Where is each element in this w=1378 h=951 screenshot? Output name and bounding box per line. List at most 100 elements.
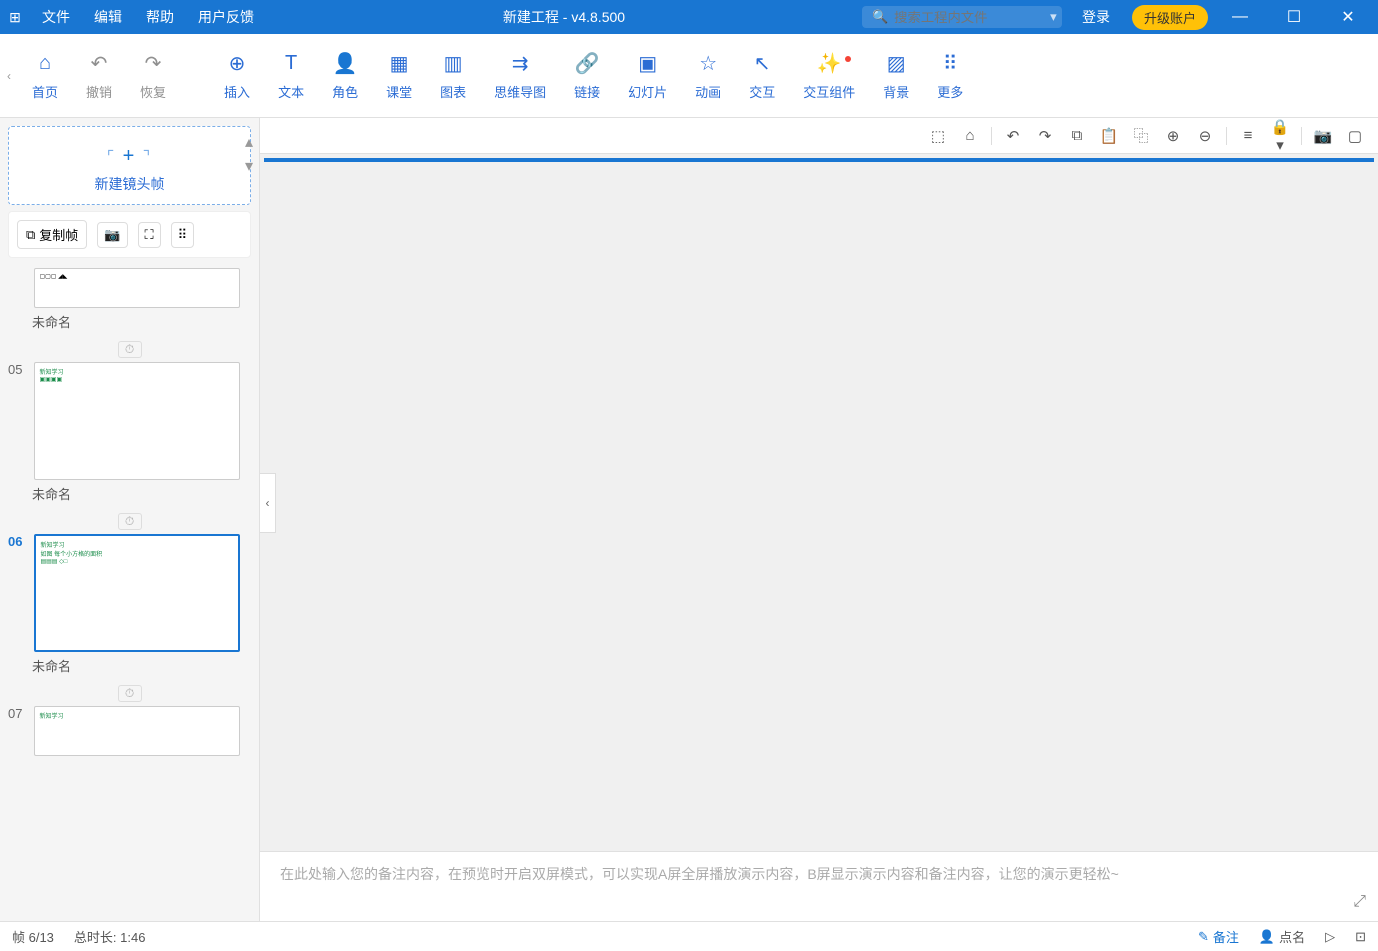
scan-button[interactable]: ⛶ <box>138 222 161 248</box>
tool-label: 更多 <box>937 82 963 101</box>
tool-role[interactable]: 👤角色 <box>318 50 372 101</box>
tool-text[interactable]: T文本 <box>264 50 318 101</box>
sidebar-up-icon[interactable]: ▴ <box>245 132 253 152</box>
thumb-image[interactable]: ▢▢▢ ◢◣ <box>34 268 240 308</box>
new-frame-label: 新建镜头帧 <box>9 174 250 194</box>
canvas-tool-zoomout-icon[interactable]: ⊖ <box>1194 127 1216 145</box>
main-toolbar: ‹ ⌂首页 ↶撤销 ↷恢复 ⊕插入 T文本 👤角色 ▦课堂 ▥图表 ⇉思维导图 … <box>0 34 1378 118</box>
home-icon: ⌂ <box>32 50 58 76</box>
thumb-group: ▢▢▢ ◢◣ 未命名 <box>8 268 251 331</box>
new-frame-button[interactable]: ⌜ + ⌝ 新建镜头帧 <box>8 126 251 205</box>
tool-undo[interactable]: ↶撤销 <box>72 50 126 101</box>
star-icon: ☆ <box>695 50 721 76</box>
copy-frame-label: 复制帧 <box>39 225 78 244</box>
tool-anim[interactable]: ☆ 动画 <box>681 50 735 101</box>
slide-canvas[interactable]: 新知学习 探究：等腰直角三角形有上述性质，其他直角三角形也就这个性质吗? 如图：… <box>264 158 1374 162</box>
camera-button[interactable]: 📷 <box>97 222 127 248</box>
statusbar: 帧 6/13 总时长: 1:46 ✎备注 👤点名 ▷ ⊡ <box>0 921 1378 951</box>
thumb-image[interactable]: 新知学习 <box>34 706 240 756</box>
canvas-tool-crop-icon[interactable]: ⬚ <box>927 127 949 145</box>
tool-bg[interactable]: ▨背景 <box>869 50 923 101</box>
minimize-button[interactable]: — <box>1218 8 1262 26</box>
canvas-tool-home-icon[interactable]: ⌂ <box>959 127 981 144</box>
plus-icon: + <box>123 145 137 167</box>
tool-interact[interactable]: ↖交互 <box>735 50 789 101</box>
sidebar-collapse-button[interactable]: ‹ <box>260 473 276 533</box>
thumb-image-active[interactable]: 新知学习如图 每个小方格的面积▤▤▤ ◇□ <box>34 534 240 652</box>
copy-frame-button[interactable]: ⧉复制帧 <box>17 220 87 249</box>
search-icon: 🔍 <box>872 9 888 25</box>
tool-component[interactable]: ✨交互组件 <box>789 50 869 101</box>
grid-button[interactable]: ⠿ <box>171 222 195 248</box>
deco-capsule2-icon <box>1245 158 1359 162</box>
tool-class[interactable]: ▦课堂 <box>372 50 426 101</box>
canvas-tool-paste-icon[interactable]: 📋 <box>1098 127 1120 145</box>
menu-edit[interactable]: 编辑 <box>82 7 134 27</box>
tool-label: 插入 <box>224 82 250 101</box>
sidebar-down-icon[interactable]: ▾ <box>245 156 253 176</box>
thumb-separator-icon[interactable]: ⏱ <box>118 513 142 530</box>
person-icon: 👤 <box>332 50 358 76</box>
link-icon: 🔗 <box>574 50 600 76</box>
chevron-down-icon[interactable]: ▾ <box>1050 9 1057 25</box>
thumb-group: 06 新知学习如图 每个小方格的面积▤▤▤ ◇□ 未命名 <box>8 534 251 675</box>
dots-icon: ⠿ <box>178 227 188 243</box>
play-button[interactable]: ▷ <box>1325 929 1335 945</box>
tool-home[interactable]: ⌂ 首页 <box>18 50 72 101</box>
main-area: ⌜ + ⌝ 新建镜头帧 ▴ ▾ ⧉复制帧 📷 ⛶ ⠿ ▢▢▢ ◢◣ 未命名 ⏱ … <box>0 118 1378 921</box>
tool-redo[interactable]: ↷恢复 <box>126 50 180 101</box>
tool-label: 背景 <box>883 82 909 101</box>
tool-label: 动画 <box>695 82 721 101</box>
canvas-tool-camera-icon[interactable]: 📷 <box>1312 127 1334 145</box>
grid-icon: ⠿ <box>937 50 963 76</box>
chart-icon: ▥ <box>440 50 466 76</box>
thumb-image[interactable]: 新知学习▣▣▣▣ <box>34 362 240 480</box>
sidebar-tools: ⧉复制帧 📷 ⛶ ⠿ <box>8 211 251 258</box>
canvas-tool-zoomin-icon[interactable]: ⊕ <box>1162 127 1184 145</box>
search-input[interactable] <box>894 10 1044 25</box>
login-button[interactable]: 登录 <box>1070 7 1122 27</box>
tool-more[interactable]: ⠿ 更多 <box>923 50 977 101</box>
tool-label: 幻灯片 <box>628 82 667 101</box>
notes-placeholder: 在此处输入您的备注内容，在预览时开启双屏模式，可以实现A屏全屏播放演示内容，B屏… <box>280 866 1119 882</box>
notes-toggle[interactable]: ✎备注 <box>1198 927 1239 946</box>
canvas-tool-undo-icon[interactable]: ↶ <box>1002 127 1024 145</box>
person-icon: 👤 <box>1259 929 1275 945</box>
rollcall-button[interactable]: 👤点名 <box>1259 927 1305 946</box>
menu-feedback[interactable]: 用户反馈 <box>186 7 266 27</box>
menu-help[interactable]: 帮助 <box>134 7 186 27</box>
canvas-tool-screen-icon[interactable]: ▢ <box>1344 127 1366 145</box>
total-duration: 总时长: 1:46 <box>74 927 146 946</box>
toolbar-scroll-left[interactable]: ‹ <box>0 69 18 83</box>
tool-mindmap[interactable]: ⇉思维导图 <box>480 50 560 101</box>
canvas-tool-dup-icon[interactable]: ⿻ <box>1130 125 1152 146</box>
menu-file[interactable]: 文件 <box>30 7 82 27</box>
search-box[interactable]: 🔍 ▾ <box>862 6 1062 28</box>
tool-label: 首页 <box>32 82 58 101</box>
expand-icon[interactable]: ⤢ <box>1353 893 1366 911</box>
tool-label: 链接 <box>574 82 600 101</box>
close-button[interactable]: ✕ <box>1326 7 1370 27</box>
canvas-tool-copy-icon[interactable]: ⧉ <box>1066 127 1088 144</box>
tool-slide[interactable]: ▣幻灯片 <box>614 50 681 101</box>
sidebar: ⌜ + ⌝ 新建镜头帧 ▴ ▾ ⧉复制帧 📷 ⛶ ⠿ ▢▢▢ ◢◣ 未命名 ⏱ … <box>0 118 260 921</box>
canvas-tool-redo-icon[interactable]: ↷ <box>1034 127 1056 145</box>
titlebar: ⊞ 文件 编辑 帮助 用户反馈 新建工程 - v4.8.500 🔍 ▾ 登录 升… <box>0 0 1378 34</box>
canvas-tool-align-icon[interactable]: ≡ <box>1237 127 1259 144</box>
thumb-separator-icon[interactable]: ⏱ <box>118 685 142 702</box>
maximize-button[interactable]: ☐ <box>1272 7 1316 27</box>
thumb-group: 05 新知学习▣▣▣▣ 未命名 <box>8 362 251 503</box>
tool-link[interactable]: 🔗 链接 <box>560 50 614 101</box>
redo-icon: ↷ <box>140 50 166 76</box>
cursor-icon: ↖ <box>749 50 775 76</box>
thumb-number: 07 <box>8 706 30 721</box>
mindmap-icon: ⇉ <box>507 50 533 76</box>
upgrade-button[interactable]: 升级账户 <box>1132 5 1208 30</box>
notes-panel[interactable]: 在此处输入您的备注内容，在预览时开启双屏模式，可以实现A屏全屏播放演示内容，B屏… <box>260 851 1378 921</box>
deco-capsule-icon <box>264 158 362 162</box>
thumb-separator-icon[interactable]: ⏱ <box>118 341 142 358</box>
present-button[interactable]: ⊡ <box>1355 929 1366 945</box>
tool-insert[interactable]: ⊕插入 <box>210 50 264 101</box>
canvas-tool-lock-icon[interactable]: 🔒▾ <box>1269 118 1291 154</box>
tool-chart[interactable]: ▥图表 <box>426 50 480 101</box>
